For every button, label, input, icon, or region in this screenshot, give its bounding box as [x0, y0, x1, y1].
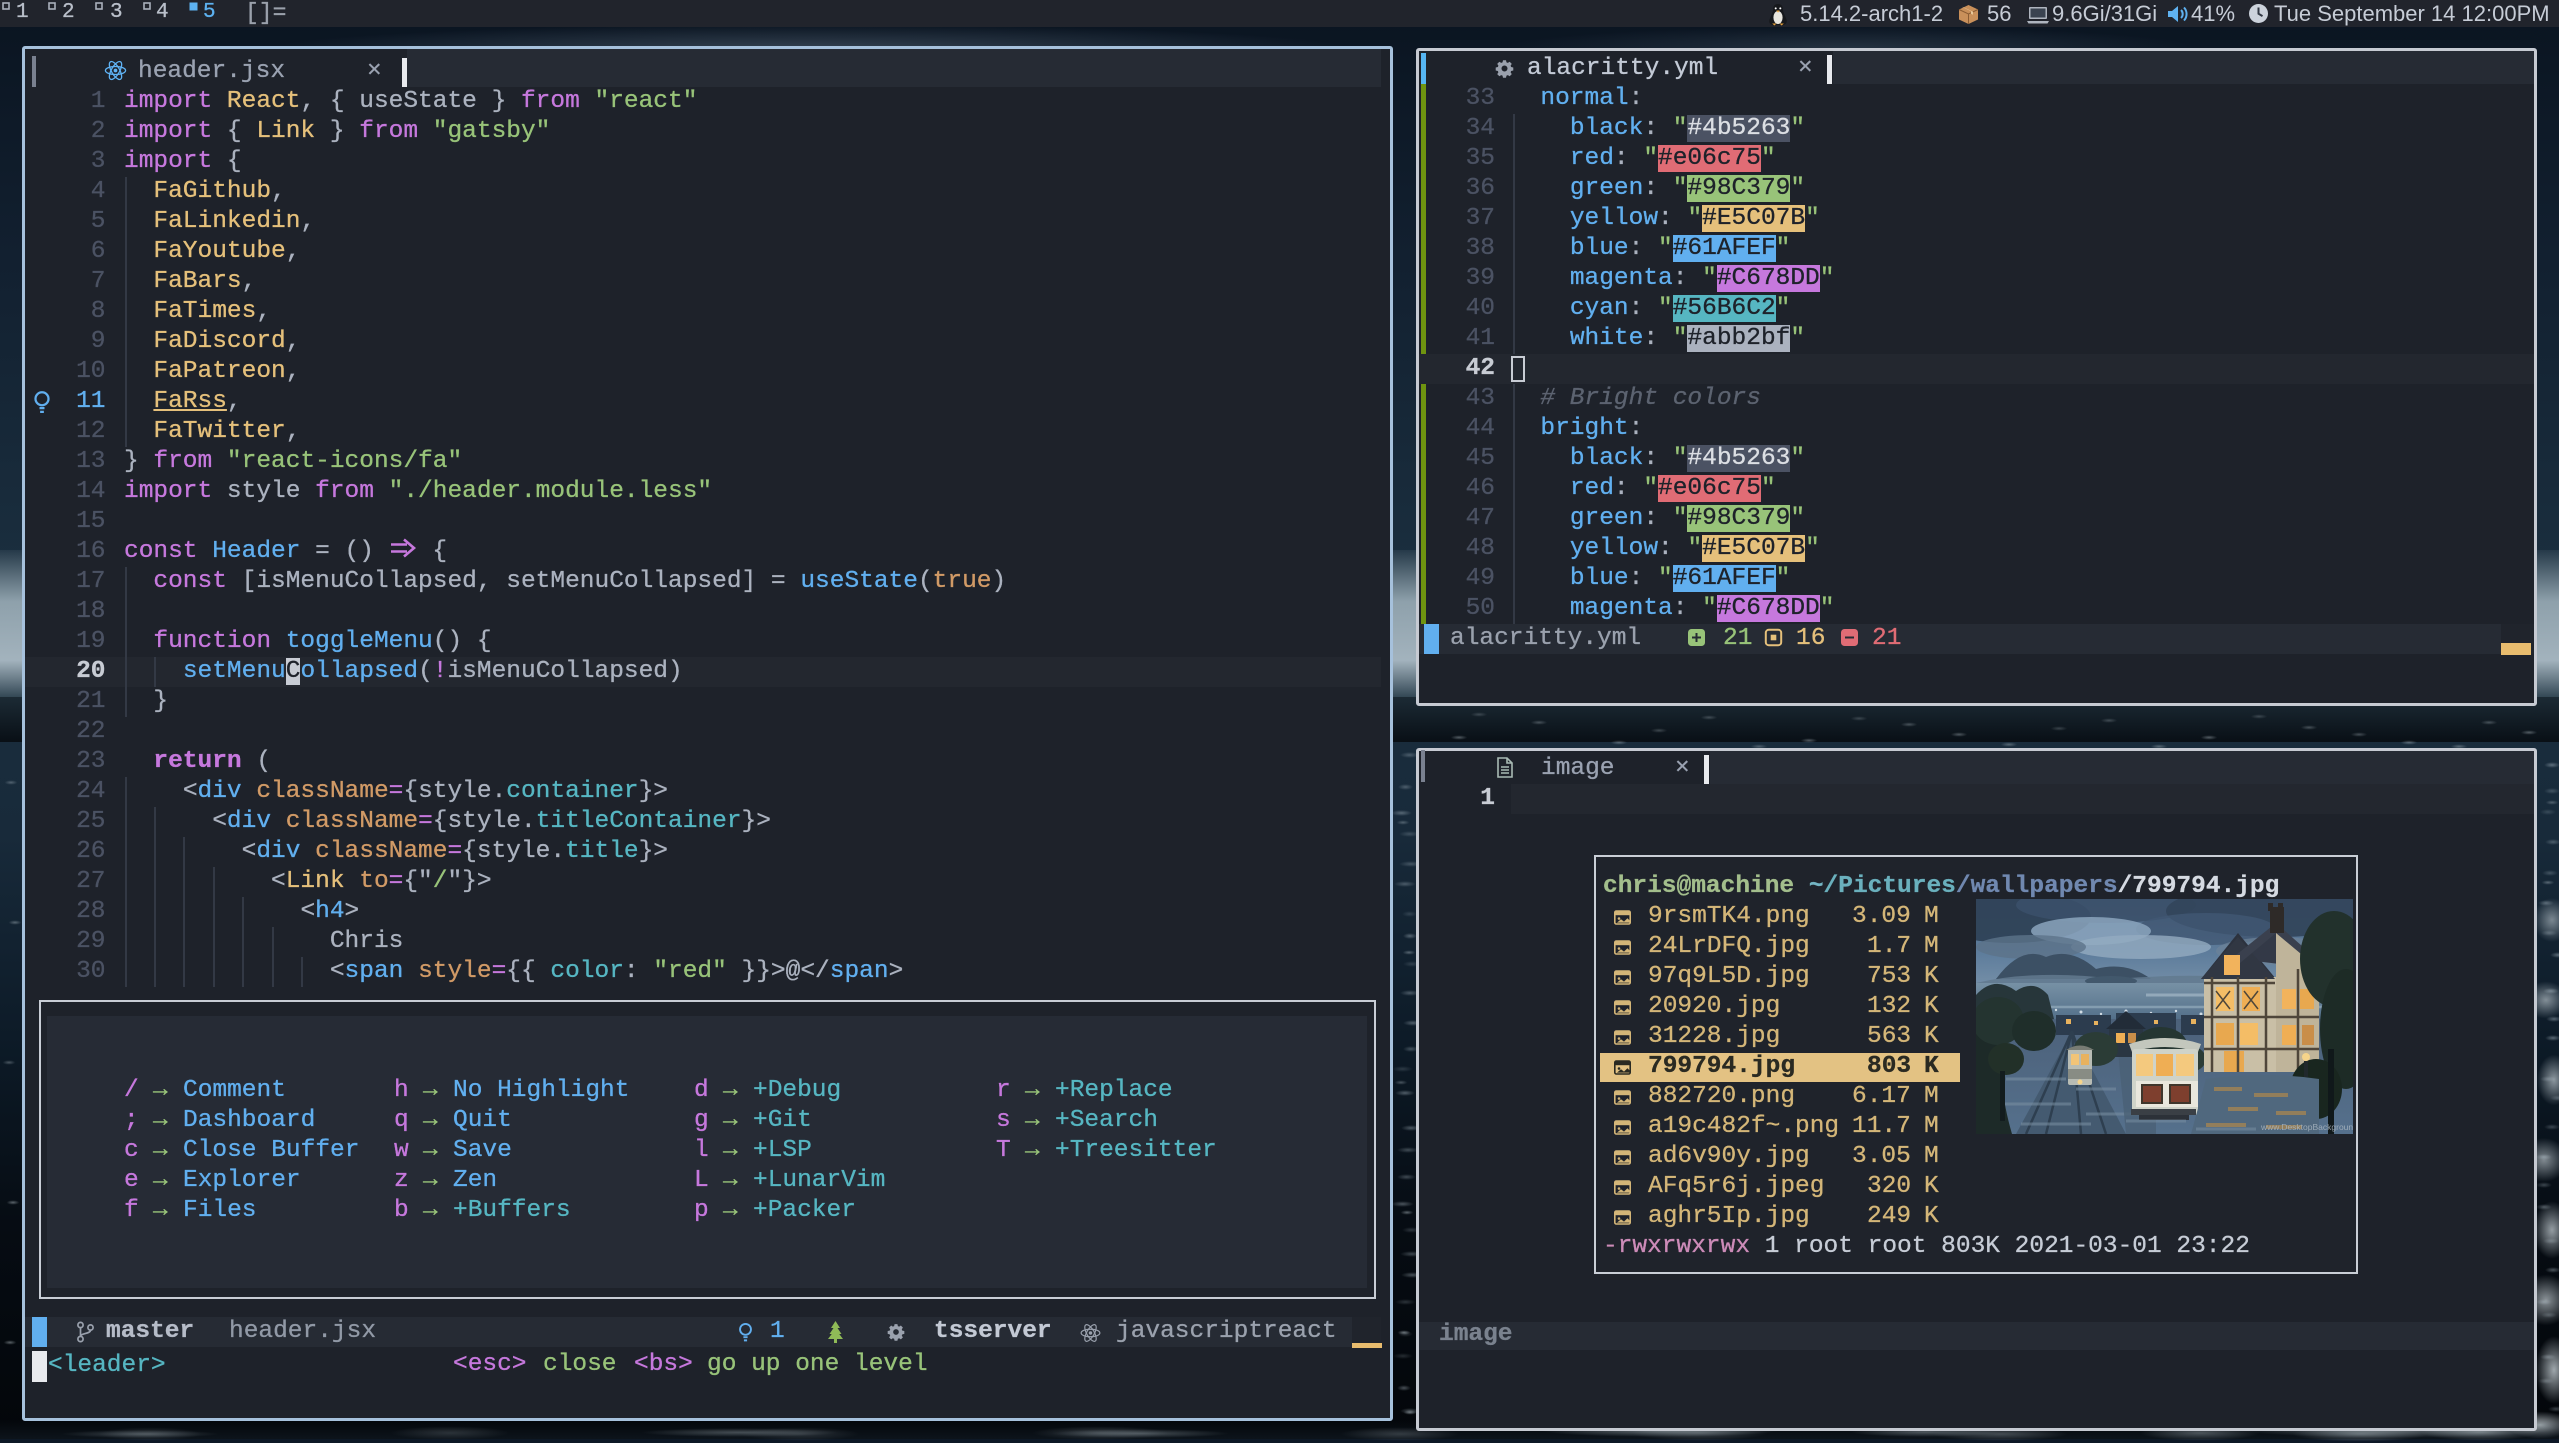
svg-text:www.DesktopBackground.org: www.DesktopBackground.org — [2260, 1122, 2353, 1132]
